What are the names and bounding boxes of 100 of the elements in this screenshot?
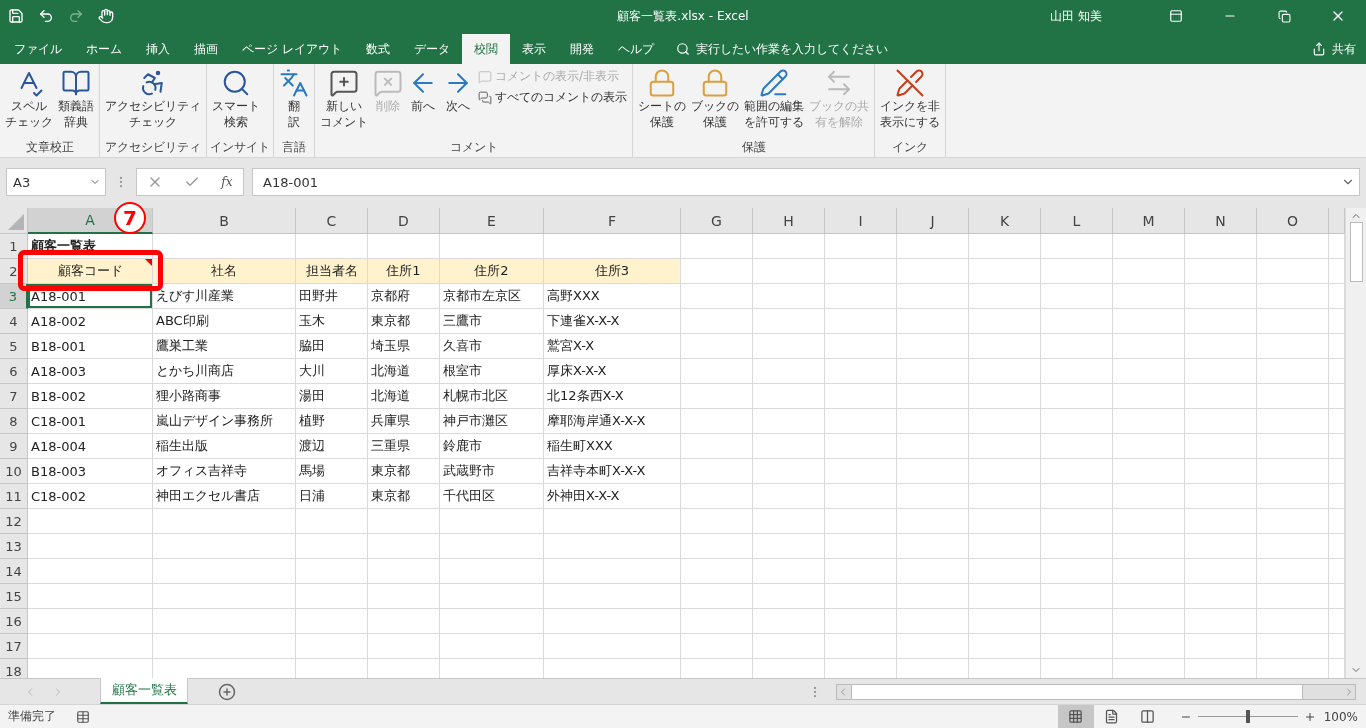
row-header[interactable]: 4 bbox=[0, 309, 28, 334]
hand-icon[interactable] bbox=[98, 8, 114, 24]
ribbon-tab[interactable]: 描画 bbox=[182, 34, 230, 64]
row-header[interactable]: 18 bbox=[0, 659, 28, 678]
row-header[interactable]: 11 bbox=[0, 484, 28, 509]
column-header[interactable]: K bbox=[969, 208, 1041, 234]
column-header[interactable]: J bbox=[897, 208, 969, 234]
ribbon-tab[interactable]: 挿入 bbox=[134, 34, 182, 64]
ribbon-button[interactable]: 新しい コメント bbox=[318, 66, 370, 139]
ribbon-button[interactable]: インクを非 表示にする bbox=[878, 66, 942, 139]
table-cell: 千代田区 bbox=[440, 484, 544, 509]
tell-me-field[interactable]: 実行したい作業を入力してください bbox=[695, 42, 936, 56]
table-cell bbox=[825, 334, 897, 359]
column-header[interactable] bbox=[1329, 208, 1345, 234]
insert-function-button[interactable]: fx bbox=[221, 175, 233, 189]
column-header[interactable]: L bbox=[1041, 208, 1113, 234]
table-cell bbox=[969, 234, 1041, 259]
row-header[interactable]: 14 bbox=[0, 559, 28, 584]
ribbon-tab[interactable]: 表示 bbox=[509, 34, 558, 64]
zoom-level[interactable]: 100% bbox=[1323, 709, 1358, 724]
column-header[interactable]: F bbox=[544, 208, 681, 234]
row-header[interactable]: 10 bbox=[0, 459, 28, 484]
ribbon-button[interactable]: 翻 訳 bbox=[277, 66, 311, 139]
table-cell: 鷹巣工業 bbox=[153, 334, 296, 359]
horizontal-scrollbar[interactable] bbox=[836, 683, 1356, 700]
ribbon-tab[interactable]: 数式 bbox=[353, 34, 402, 64]
table-cell bbox=[1257, 634, 1329, 659]
save-icon[interactable] bbox=[8, 8, 24, 24]
macro-record-icon[interactable] bbox=[76, 709, 90, 724]
sheet-tab[interactable]: 顧客一覧表 bbox=[100, 678, 188, 704]
table-cell bbox=[681, 434, 753, 459]
column-header[interactable]: I bbox=[825, 208, 897, 234]
column-header[interactable]: B bbox=[153, 208, 296, 234]
share-button[interactable]: 共有 bbox=[1302, 34, 1366, 64]
row-header[interactable]: 17 bbox=[0, 634, 28, 659]
column-header[interactable]: G bbox=[681, 208, 753, 234]
column-header[interactable]: N bbox=[1185, 208, 1257, 234]
row-header[interactable]: 5 bbox=[0, 334, 28, 359]
ribbon-tab[interactable]: 開発 bbox=[557, 34, 606, 64]
comment-icon bbox=[478, 69, 492, 84]
ribbon-display-icon[interactable] bbox=[1169, 9, 1183, 23]
formula-field[interactable]: A18-001 bbox=[252, 168, 1360, 196]
row-header[interactable]: 12 bbox=[0, 509, 28, 534]
add-sheet-icon[interactable] bbox=[218, 682, 236, 701]
zoom-in-icon[interactable] bbox=[1303, 710, 1316, 723]
table-cell bbox=[1257, 534, 1329, 559]
search-icon bbox=[221, 68, 251, 98]
row-header[interactable]: 7 bbox=[0, 384, 28, 409]
ribbon-tab[interactable]: ホーム bbox=[74, 34, 134, 64]
table-cell bbox=[969, 559, 1041, 584]
row-header[interactable]: 9 bbox=[0, 434, 28, 459]
column-header[interactable]: E bbox=[440, 208, 544, 234]
user-name: 山田 知美 bbox=[1050, 7, 1102, 25]
row-header[interactable]: 15 bbox=[0, 584, 28, 609]
column-header[interactable]: H bbox=[753, 208, 825, 234]
ribbon-button[interactable]: 前へ bbox=[406, 66, 440, 139]
table-cell: 湯田 bbox=[296, 384, 368, 409]
ribbon-button[interactable]: 類義語 辞典 bbox=[56, 66, 96, 139]
table-cell bbox=[825, 559, 897, 584]
ribbon-tab[interactable]: ファイル bbox=[2, 34, 74, 64]
row-header[interactable]: 8 bbox=[0, 409, 28, 434]
column-header[interactable]: C bbox=[296, 208, 368, 234]
ribbon-button[interactable]: スペル チェック bbox=[3, 66, 55, 139]
table-cell bbox=[1113, 359, 1185, 384]
ribbon-button[interactable]: 次へ bbox=[441, 66, 475, 139]
table-cell bbox=[969, 609, 1041, 634]
row-header[interactable]: 6 bbox=[0, 359, 28, 384]
ribbon-tab[interactable]: ページ レイアウト bbox=[230, 34, 354, 64]
ribbon-button[interactable]: シートの 保護 bbox=[636, 66, 688, 139]
ribbon-tab[interactable]: データ bbox=[401, 34, 462, 64]
table-cell bbox=[681, 259, 753, 284]
table-cell bbox=[1113, 484, 1185, 509]
table-cell: 北海道 bbox=[368, 359, 440, 384]
ribbon-button[interactable]: すべてのコメントの表示 bbox=[476, 89, 629, 106]
row-header[interactable]: 13 bbox=[0, 534, 28, 559]
ribbon-tab[interactable]: ヘルプ bbox=[605, 34, 666, 64]
zoom-thumb[interactable] bbox=[1245, 710, 1250, 723]
ribbon-button[interactable]: スマート 検索 bbox=[210, 66, 262, 139]
table-cell bbox=[969, 459, 1041, 484]
row-header[interactable]: 16 bbox=[0, 609, 28, 634]
column-header[interactable]: O bbox=[1257, 208, 1329, 234]
ribbon-button[interactable]: ブックの 保護 bbox=[689, 66, 741, 139]
name-box[interactable]: A3 bbox=[6, 168, 106, 196]
column-header[interactable]: D bbox=[368, 208, 440, 234]
vertical-scrollbar[interactable] bbox=[1345, 208, 1366, 678]
table-cell: 摩耶海岸通X-X-X bbox=[544, 409, 681, 434]
column-header[interactable]: M bbox=[1113, 208, 1185, 234]
table-cell bbox=[1113, 309, 1185, 334]
table-cell bbox=[681, 609, 753, 634]
view-button[interactable] bbox=[1057, 705, 1094, 728]
scroll-thumb[interactable] bbox=[851, 684, 1303, 699]
row-header[interactable]: 3 bbox=[0, 284, 28, 309]
undo-icon[interactable] bbox=[38, 8, 54, 24]
ribbon-button[interactable]: 範囲の編集 を許可する bbox=[742, 66, 806, 139]
status-text: 準備完了 bbox=[8, 708, 56, 725]
restore-icon[interactable] bbox=[1277, 9, 1291, 23]
ribbon-button[interactable]: アクセシビリティ チェック bbox=[103, 66, 203, 139]
scroll-thumb[interactable] bbox=[1349, 222, 1363, 282]
row-header[interactable]: 1 bbox=[0, 234, 28, 259]
ribbon-tab[interactable]: 校閲 bbox=[461, 34, 510, 64]
